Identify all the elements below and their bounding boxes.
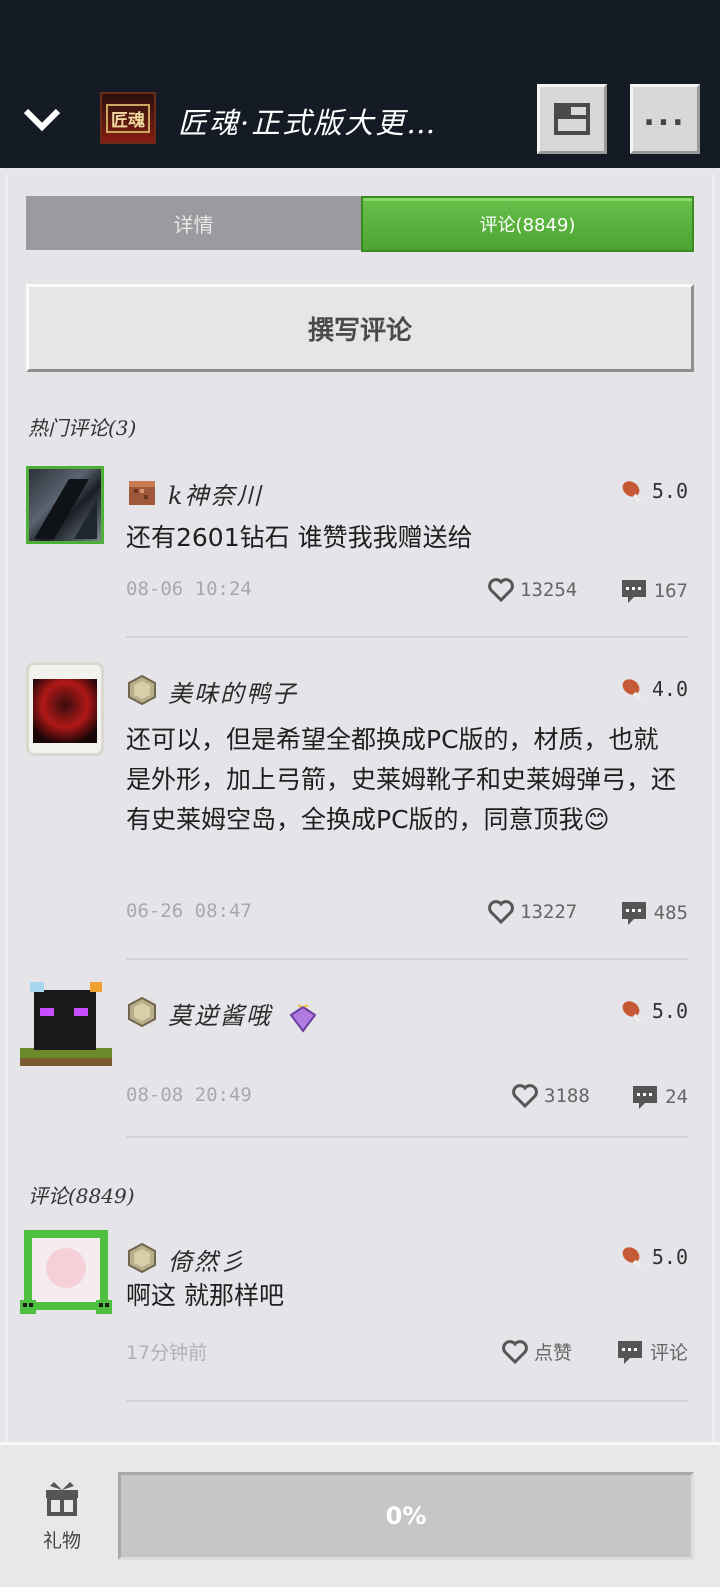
more-icon: ... — [643, 97, 687, 133]
reply-button[interactable]: 485 — [620, 900, 688, 926]
all-comments-heading: 评论(8849) — [28, 1184, 135, 1208]
comment-time: 06-26 08:47 — [126, 900, 252, 922]
level-badge-icon — [126, 674, 158, 706]
top-bar: 匠魂 匠魂·正式版大更… ... — [0, 0, 720, 168]
heart-icon — [502, 1339, 528, 1364]
reply-button[interactable]: 24 — [631, 1084, 688, 1110]
avatar[interactable] — [26, 466, 104, 544]
comment-text: 还可以，但是希望全都换成PC版的，材质，也就是外形，加上弓箭，史莱姆靴子和史莱姆… — [126, 725, 677, 834]
like-button[interactable]: 点赞 — [502, 1338, 572, 1365]
username[interactable]: 莫逆酱哦 — [168, 996, 318, 1033]
page-title: 匠魂·正式版大更… — [178, 106, 438, 140]
like-button[interactable]: 13254 — [488, 578, 577, 602]
folder-icon — [554, 103, 590, 135]
comment-bubble-icon — [633, 1086, 658, 1109]
drumstick-icon — [622, 1247, 642, 1269]
hot-comments-heading: 热门评论(3) — [28, 416, 137, 440]
gift-button[interactable]: 礼物 — [30, 1478, 94, 1554]
rating: 5.0 — [620, 478, 688, 504]
collapse-chevron-icon[interactable] — [20, 98, 64, 142]
comment-text: 啊这 就那样吧 — [126, 1281, 284, 1310]
tab-comments[interactable]: 评论(8849) — [361, 196, 694, 252]
tab-bar: 详情 评论(8849) — [26, 196, 694, 252]
gift-icon — [46, 1482, 78, 1516]
divider — [126, 1136, 688, 1138]
bookmark-button[interactable] — [537, 84, 607, 154]
heart-icon — [512, 1084, 538, 1108]
heart-icon — [488, 900, 514, 924]
username[interactable]: k神奈川 — [168, 476, 263, 511]
comment-bubble-icon — [621, 580, 646, 603]
rating: 5.0 — [620, 998, 688, 1024]
level-badge-icon — [126, 476, 158, 508]
reply-button[interactable]: 167 — [620, 578, 688, 604]
divider — [126, 958, 688, 960]
more-options-button[interactable]: ... — [630, 84, 700, 154]
comment-time: 17分钟前 — [126, 1342, 208, 1364]
heart-icon — [488, 578, 514, 602]
drumstick-icon — [622, 679, 642, 701]
divider — [126, 1400, 688, 1402]
level-badge-icon — [126, 1242, 158, 1274]
gift-label: 礼物 — [42, 1530, 81, 1552]
username[interactable]: 美味的鸭子 — [168, 674, 298, 709]
like-button[interactable]: 13227 — [488, 900, 577, 924]
username[interactable]: 倚然彡 — [168, 1242, 246, 1277]
comment-bubble-icon — [621, 902, 646, 925]
drumstick-icon — [622, 1001, 642, 1023]
avatar[interactable] — [20, 1228, 112, 1316]
like-button[interactable]: 3188 — [512, 1084, 590, 1108]
comment-time: 08-06 10:24 — [126, 578, 252, 600]
drumstick-icon — [622, 481, 642, 503]
divider — [126, 636, 688, 638]
level-badge-icon — [126, 996, 158, 1028]
rating: 4.0 — [620, 676, 688, 702]
app-icon: 匠魂 — [100, 92, 156, 144]
comment-text: 还有2601钻石 谁赞我我赠送给 — [126, 523, 473, 552]
gem-crown-icon — [289, 1003, 317, 1033]
avatar[interactable] — [26, 662, 104, 756]
progress-bar[interactable]: 0% — [118, 1472, 694, 1560]
reply-button[interactable]: 评论 — [616, 1338, 688, 1365]
comment-bubble-icon — [617, 1340, 642, 1364]
rating: 5.0 — [620, 1244, 688, 1270]
tab-details[interactable]: 详情 — [26, 196, 361, 250]
comment-time: 08-08 20:49 — [126, 1084, 252, 1106]
write-comment-button[interactable]: 撰写评论 — [26, 284, 694, 372]
avatar[interactable] — [20, 978, 112, 1070]
